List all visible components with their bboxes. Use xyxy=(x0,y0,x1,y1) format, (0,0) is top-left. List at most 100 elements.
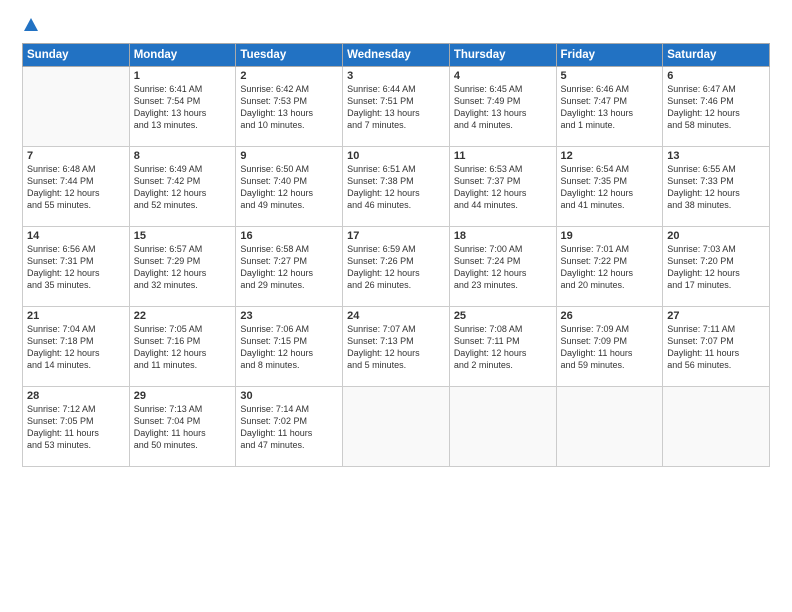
logo-triangle-icon xyxy=(24,18,38,31)
day-info: Sunrise: 7:03 AM Sunset: 7:20 PM Dayligh… xyxy=(667,243,765,292)
calendar-cell: 26Sunrise: 7:09 AM Sunset: 7:09 PM Dayli… xyxy=(556,307,663,387)
calendar-cell: 28Sunrise: 7:12 AM Sunset: 7:05 PM Dayli… xyxy=(23,387,130,467)
day-number: 2 xyxy=(240,70,338,82)
day-number: 13 xyxy=(667,150,765,162)
day-info: Sunrise: 6:57 AM Sunset: 7:29 PM Dayligh… xyxy=(134,243,232,292)
weekday-header-wednesday: Wednesday xyxy=(343,44,450,67)
calendar-cell: 23Sunrise: 7:06 AM Sunset: 7:15 PM Dayli… xyxy=(236,307,343,387)
calendar-cell: 12Sunrise: 6:54 AM Sunset: 7:35 PM Dayli… xyxy=(556,147,663,227)
day-number: 23 xyxy=(240,310,338,322)
week-row-2: 7Sunrise: 6:48 AM Sunset: 7:44 PM Daylig… xyxy=(23,147,770,227)
day-info: Sunrise: 7:07 AM Sunset: 7:13 PM Dayligh… xyxy=(347,323,445,372)
day-info: Sunrise: 7:12 AM Sunset: 7:05 PM Dayligh… xyxy=(27,403,125,452)
day-info: Sunrise: 7:04 AM Sunset: 7:18 PM Dayligh… xyxy=(27,323,125,372)
day-info: Sunrise: 7:06 AM Sunset: 7:15 PM Dayligh… xyxy=(240,323,338,372)
day-info: Sunrise: 6:49 AM Sunset: 7:42 PM Dayligh… xyxy=(134,163,232,212)
day-info: Sunrise: 7:14 AM Sunset: 7:02 PM Dayligh… xyxy=(240,403,338,452)
day-info: Sunrise: 7:13 AM Sunset: 7:04 PM Dayligh… xyxy=(134,403,232,452)
day-info: Sunrise: 7:09 AM Sunset: 7:09 PM Dayligh… xyxy=(561,323,659,372)
day-number: 16 xyxy=(240,230,338,242)
day-info: Sunrise: 6:47 AM Sunset: 7:46 PM Dayligh… xyxy=(667,83,765,132)
calendar-cell: 29Sunrise: 7:13 AM Sunset: 7:04 PM Dayli… xyxy=(129,387,236,467)
day-info: Sunrise: 6:55 AM Sunset: 7:33 PM Dayligh… xyxy=(667,163,765,212)
day-info: Sunrise: 6:45 AM Sunset: 7:49 PM Dayligh… xyxy=(454,83,552,132)
weekday-header-row: SundayMondayTuesdayWednesdayThursdayFrid… xyxy=(23,44,770,67)
day-number: 7 xyxy=(27,150,125,162)
day-info: Sunrise: 6:48 AM Sunset: 7:44 PM Dayligh… xyxy=(27,163,125,212)
day-number: 9 xyxy=(240,150,338,162)
calendar-cell xyxy=(556,387,663,467)
calendar-cell: 24Sunrise: 7:07 AM Sunset: 7:13 PM Dayli… xyxy=(343,307,450,387)
day-info: Sunrise: 6:58 AM Sunset: 7:27 PM Dayligh… xyxy=(240,243,338,292)
calendar-cell: 13Sunrise: 6:55 AM Sunset: 7:33 PM Dayli… xyxy=(663,147,770,227)
week-row-1: 1Sunrise: 6:41 AM Sunset: 7:54 PM Daylig… xyxy=(23,67,770,147)
day-number: 19 xyxy=(561,230,659,242)
weekday-header-saturday: Saturday xyxy=(663,44,770,67)
calendar-cell: 19Sunrise: 7:01 AM Sunset: 7:22 PM Dayli… xyxy=(556,227,663,307)
calendar-cell xyxy=(343,387,450,467)
calendar-cell: 14Sunrise: 6:56 AM Sunset: 7:31 PM Dayli… xyxy=(23,227,130,307)
day-number: 14 xyxy=(27,230,125,242)
calendar-cell: 10Sunrise: 6:51 AM Sunset: 7:38 PM Dayli… xyxy=(343,147,450,227)
calendar-cell: 15Sunrise: 6:57 AM Sunset: 7:29 PM Dayli… xyxy=(129,227,236,307)
calendar-cell: 30Sunrise: 7:14 AM Sunset: 7:02 PM Dayli… xyxy=(236,387,343,467)
day-number: 15 xyxy=(134,230,232,242)
week-row-3: 14Sunrise: 6:56 AM Sunset: 7:31 PM Dayli… xyxy=(23,227,770,307)
day-info: Sunrise: 7:00 AM Sunset: 7:24 PM Dayligh… xyxy=(454,243,552,292)
day-info: Sunrise: 6:50 AM Sunset: 7:40 PM Dayligh… xyxy=(240,163,338,212)
calendar-cell xyxy=(663,387,770,467)
calendar-cell: 6Sunrise: 6:47 AM Sunset: 7:46 PM Daylig… xyxy=(663,67,770,147)
day-number: 1 xyxy=(134,70,232,82)
calendar-cell: 16Sunrise: 6:58 AM Sunset: 7:27 PM Dayli… xyxy=(236,227,343,307)
calendar-cell: 17Sunrise: 6:59 AM Sunset: 7:26 PM Dayli… xyxy=(343,227,450,307)
day-number: 3 xyxy=(347,70,445,82)
calendar-cell xyxy=(449,387,556,467)
day-info: Sunrise: 7:11 AM Sunset: 7:07 PM Dayligh… xyxy=(667,323,765,372)
week-row-5: 28Sunrise: 7:12 AM Sunset: 7:05 PM Dayli… xyxy=(23,387,770,467)
week-row-4: 21Sunrise: 7:04 AM Sunset: 7:18 PM Dayli… xyxy=(23,307,770,387)
day-number: 22 xyxy=(134,310,232,322)
weekday-header-thursday: Thursday xyxy=(449,44,556,67)
calendar-cell: 18Sunrise: 7:00 AM Sunset: 7:24 PM Dayli… xyxy=(449,227,556,307)
calendar-table: SundayMondayTuesdayWednesdayThursdayFrid… xyxy=(22,43,770,467)
day-number: 29 xyxy=(134,390,232,402)
day-number: 8 xyxy=(134,150,232,162)
day-info: Sunrise: 6:53 AM Sunset: 7:37 PM Dayligh… xyxy=(454,163,552,212)
calendar-cell: 7Sunrise: 6:48 AM Sunset: 7:44 PM Daylig… xyxy=(23,147,130,227)
calendar-cell: 2Sunrise: 6:42 AM Sunset: 7:53 PM Daylig… xyxy=(236,67,343,147)
day-number: 24 xyxy=(347,310,445,322)
calendar-cell: 9Sunrise: 6:50 AM Sunset: 7:40 PM Daylig… xyxy=(236,147,343,227)
calendar-cell: 8Sunrise: 6:49 AM Sunset: 7:42 PM Daylig… xyxy=(129,147,236,227)
weekday-header-tuesday: Tuesday xyxy=(236,44,343,67)
day-number: 4 xyxy=(454,70,552,82)
logo xyxy=(22,18,38,33)
day-number: 12 xyxy=(561,150,659,162)
day-info: Sunrise: 6:44 AM Sunset: 7:51 PM Dayligh… xyxy=(347,83,445,132)
day-number: 20 xyxy=(667,230,765,242)
calendar-cell: 3Sunrise: 6:44 AM Sunset: 7:51 PM Daylig… xyxy=(343,67,450,147)
day-info: Sunrise: 7:01 AM Sunset: 7:22 PM Dayligh… xyxy=(561,243,659,292)
calendar-cell: 21Sunrise: 7:04 AM Sunset: 7:18 PM Dayli… xyxy=(23,307,130,387)
day-info: Sunrise: 6:56 AM Sunset: 7:31 PM Dayligh… xyxy=(27,243,125,292)
day-info: Sunrise: 6:54 AM Sunset: 7:35 PM Dayligh… xyxy=(561,163,659,212)
day-number: 28 xyxy=(27,390,125,402)
day-number: 5 xyxy=(561,70,659,82)
calendar-cell: 5Sunrise: 6:46 AM Sunset: 7:47 PM Daylig… xyxy=(556,67,663,147)
day-info: Sunrise: 7:08 AM Sunset: 7:11 PM Dayligh… xyxy=(454,323,552,372)
day-info: Sunrise: 6:46 AM Sunset: 7:47 PM Dayligh… xyxy=(561,83,659,132)
day-number: 10 xyxy=(347,150,445,162)
day-info: Sunrise: 6:42 AM Sunset: 7:53 PM Dayligh… xyxy=(240,83,338,132)
day-number: 6 xyxy=(667,70,765,82)
day-info: Sunrise: 7:05 AM Sunset: 7:16 PM Dayligh… xyxy=(134,323,232,372)
calendar-cell: 11Sunrise: 6:53 AM Sunset: 7:37 PM Dayli… xyxy=(449,147,556,227)
calendar-cell: 1Sunrise: 6:41 AM Sunset: 7:54 PM Daylig… xyxy=(129,67,236,147)
weekday-header-friday: Friday xyxy=(556,44,663,67)
day-number: 26 xyxy=(561,310,659,322)
calendar-cell: 22Sunrise: 7:05 AM Sunset: 7:16 PM Dayli… xyxy=(129,307,236,387)
calendar-cell: 20Sunrise: 7:03 AM Sunset: 7:20 PM Dayli… xyxy=(663,227,770,307)
day-number: 11 xyxy=(454,150,552,162)
weekday-header-monday: Monday xyxy=(129,44,236,67)
calendar-cell: 4Sunrise: 6:45 AM Sunset: 7:49 PM Daylig… xyxy=(449,67,556,147)
day-number: 17 xyxy=(347,230,445,242)
day-number: 18 xyxy=(454,230,552,242)
